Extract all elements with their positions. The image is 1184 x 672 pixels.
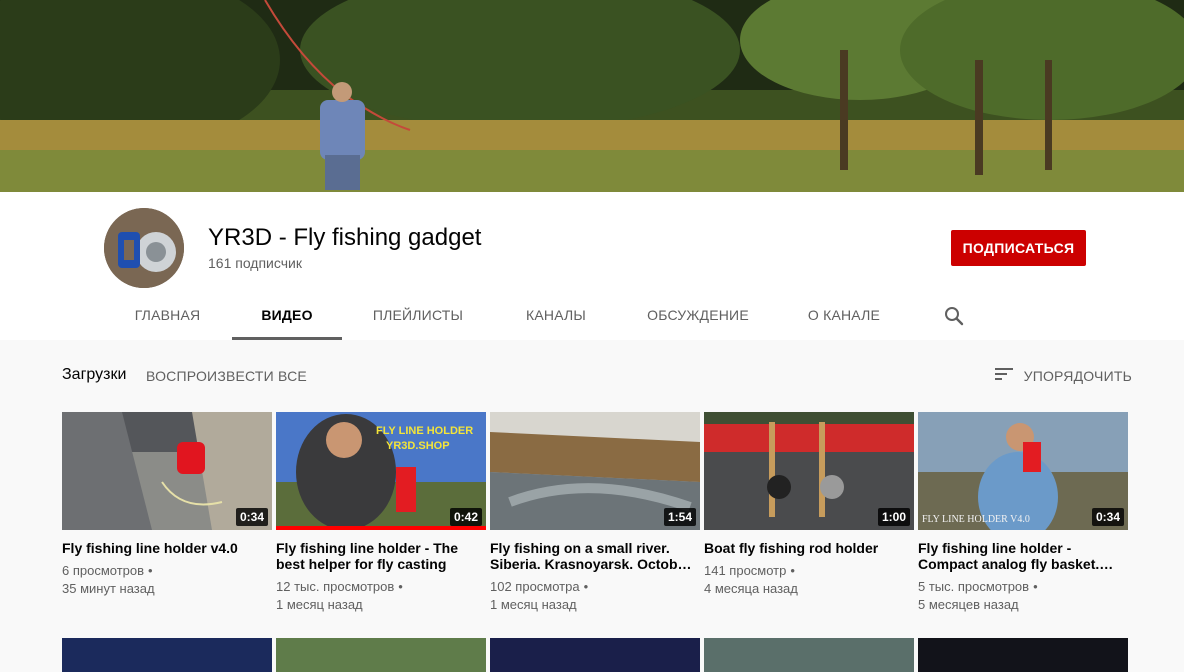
video-card[interactable]: FLY LINE HOLDER V4.0 0:34 Fly fishing li… <box>918 412 1128 614</box>
sort-label: УПОРЯДОЧИТЬ <box>1023 368 1132 384</box>
meta-separator: • <box>148 563 153 578</box>
subscribe-button[interactable]: ПОДПИСАТЬСЯ <box>951 230 1086 266</box>
video-card[interactable]: FLY LINE HOLDER YR3D.SHOP 0:42 Fly fishi… <box>276 412 486 614</box>
subscriber-count: 161 подписчик <box>208 255 302 271</box>
video-thumbnail[interactable] <box>918 638 1128 672</box>
video-thumbnail[interactable]: 1:00 <box>704 412 914 530</box>
video-views: 5 тыс. просмотров <box>918 579 1030 594</box>
search-icon[interactable] <box>942 304 966 328</box>
tab-about[interactable]: О КАНАЛЕ <box>794 292 894 340</box>
video-age: 35 минут назад <box>62 581 155 596</box>
channel-avatar[interactable] <box>104 208 184 288</box>
video-duration: 1:00 <box>877 508 910 526</box>
sort-button[interactable]: УПОРЯДОЧИТЬ <box>994 366 1132 386</box>
section-title: Загрузки <box>62 366 127 383</box>
video-duration: 0:34 <box>235 508 268 526</box>
video-thumbnail[interactable] <box>490 638 700 672</box>
uploads-section-header: Загрузки ВОСПРОИЗВЕСТИ ВСЕ УПОРЯДОЧИТЬ <box>62 366 1132 386</box>
video-thumbnail[interactable]: 0:34 <box>62 412 272 530</box>
video-age: 1 месяц назад <box>490 597 577 612</box>
video-thumbnail[interactable] <box>62 638 272 672</box>
channel-tabs: ГЛАВНАЯ ВИДЕО ПЛЕЙЛИСТЫ КАНАЛЫ ОБСУЖДЕНИ… <box>0 292 1184 340</box>
video-title[interactable]: Fly fishing line holder - The best helpe… <box>276 540 486 572</box>
video-thumbnail[interactable]: FLY LINE HOLDER V4.0 0:34 <box>918 412 1128 530</box>
tab-channels[interactable]: КАНАЛЫ <box>506 292 606 340</box>
video-duration: 1:54 <box>663 508 696 526</box>
video-age: 1 месяц назад <box>276 597 363 612</box>
video-meta: 12 тыс. просмотров • 1 месяц назад <box>276 578 486 614</box>
video-thumbnail[interactable]: 1:54 <box>490 412 700 530</box>
tab-home[interactable]: ГЛАВНАЯ <box>120 292 215 340</box>
video-age: 4 месяца назад <box>704 581 798 596</box>
video-views: 141 просмотр <box>704 563 787 578</box>
video-thumbnail[interactable] <box>704 638 914 672</box>
video-views: 12 тыс. просмотров <box>276 579 395 594</box>
video-meta: 102 просмотра • 1 месяц назад <box>490 578 700 614</box>
video-title[interactable]: Fly fishing line holder v4.0 <box>62 540 272 556</box>
tab-videos[interactable]: ВИДЕО <box>232 292 342 340</box>
thumb-overlay-line1: FLY LINE HOLDER <box>376 425 473 437</box>
meta-separator: • <box>1033 579 1038 594</box>
video-meta: 5 тыс. просмотров • 5 месяцев назад <box>918 578 1128 614</box>
tab-discussion[interactable]: ОБСУЖДЕНИЕ <box>636 292 760 340</box>
watch-progress-bar <box>276 526 486 530</box>
meta-separator: • <box>790 563 795 578</box>
video-title[interactable]: Fly fishing line holder - Compact analog… <box>918 540 1128 572</box>
video-grid-row-2 <box>62 638 1132 672</box>
video-title[interactable]: Boat fly fishing rod holder <box>704 540 914 556</box>
sort-icon <box>994 366 1014 387</box>
video-title[interactable]: Fly fishing on a small river. Siberia. K… <box>490 540 700 572</box>
channel-title: YR3D - Fly fishing gadget <box>208 224 482 251</box>
video-card[interactable]: 1:54 Fly fishing on a small river. Siber… <box>490 412 700 614</box>
video-card[interactable]: 0:34 Fly fishing line holder v4.0 6 прос… <box>62 412 272 598</box>
video-duration: 0:42 <box>449 508 482 526</box>
video-thumbnail[interactable]: FLY LINE HOLDER YR3D.SHOP 0:42 <box>276 412 486 530</box>
channel-banner <box>0 0 1184 192</box>
meta-separator: • <box>398 579 403 594</box>
channel-header: YR3D - Fly fishing gadget 161 подписчик … <box>0 192 1184 340</box>
tab-playlists[interactable]: ПЛЕЙЛИСТЫ <box>358 292 478 340</box>
play-all-button[interactable]: ВОСПРОИЗВЕСТИ ВСЕ <box>146 368 307 384</box>
meta-separator: • <box>583 579 589 594</box>
video-meta: 6 просмотров • 35 минут назад <box>62 562 272 598</box>
video-meta: 141 просмотр • 4 месяца назад <box>704 562 914 598</box>
video-age: 5 месяцев назад <box>918 597 1019 612</box>
thumb-overlay-line2: YR3D.SHOP <box>386 440 450 452</box>
video-thumbnail[interactable] <box>276 638 486 672</box>
video-duration: 0:34 <box>1091 508 1124 526</box>
video-views: 102 просмотра <box>490 579 580 594</box>
video-views: 6 просмотров <box>62 563 145 578</box>
thumb-overlay-line1: FLY LINE HOLDER V4.0 <box>922 514 1030 525</box>
video-card[interactable]: 1:00 Boat fly fishing rod holder 141 про… <box>704 412 914 598</box>
